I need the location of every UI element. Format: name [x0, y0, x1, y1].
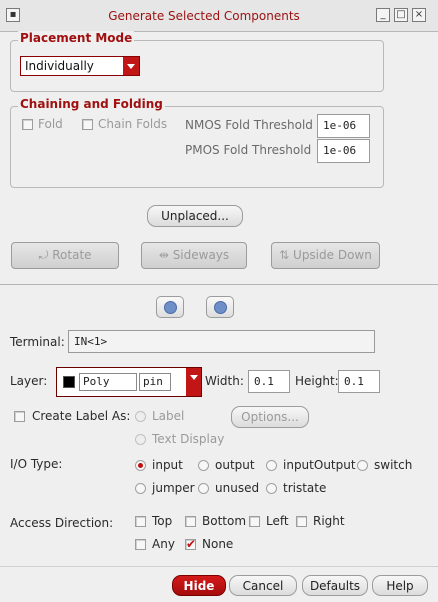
arrow-right-icon — [214, 301, 227, 314]
terminal-field: IN<1> — [68, 330, 375, 353]
rotate-label: Rotate — [52, 248, 92, 262]
unplaced-button[interactable]: Unplaced... — [147, 205, 243, 227]
placement-mode-select[interactable]: Individually — [20, 56, 140, 76]
cancel-button[interactable]: Cancel — [229, 575, 297, 596]
create-label-label: Create Label As: — [32, 409, 131, 423]
maximize-icon[interactable]: □ — [394, 8, 408, 22]
io-label-unused: unused — [215, 481, 260, 495]
footer-divider — [0, 566, 438, 567]
chain-folds-checkbox[interactable] — [82, 119, 93, 130]
upside-down-icon: ⇅ — [279, 248, 294, 262]
io-radio-unused[interactable] — [198, 483, 209, 494]
io-radio-jumper[interactable] — [135, 483, 146, 494]
height-label: Height: — [295, 374, 339, 388]
next-button[interactable] — [206, 296, 234, 318]
access-none-label: None — [202, 537, 234, 551]
nmos-fold-threshold-label: NMOS Fold Threshold — [185, 118, 313, 132]
arrow-left-icon — [164, 301, 177, 314]
window-title: Generate Selected Components — [108, 9, 300, 23]
access-top-label: Top — [152, 514, 173, 528]
access-bottom-label: Bottom — [202, 514, 247, 528]
section-divider — [0, 284, 438, 285]
placement-mode-title: Placement Mode — [18, 31, 135, 45]
nmos-fold-threshold-field[interactable]: 1e-06 — [317, 114, 370, 138]
height-field[interactable]: 0.1 — [338, 370, 380, 393]
chain-folds-label: Chain Folds — [98, 117, 168, 131]
rotate-icon: ⤾ — [38, 248, 53, 262]
options-button[interactable]: Options... — [231, 406, 309, 428]
access-left-checkbox[interactable] — [249, 516, 260, 527]
window-menu-icon[interactable]: ▪ — [6, 8, 20, 22]
minimize-icon[interactable]: _ — [376, 8, 390, 22]
access-top-checkbox[interactable] — [135, 516, 146, 527]
io-type-label: I/O Type: — [10, 457, 63, 471]
terminal-label: Terminal: — [10, 335, 65, 349]
sideways-button[interactable]: ⇹ Sideways — [141, 242, 247, 269]
access-left-label: Left — [266, 514, 289, 528]
access-direction-label: Access Direction: — [10, 516, 114, 530]
text-display-radio[interactable] — [135, 434, 146, 445]
io-label-tristate: tristate — [283, 481, 327, 495]
layer-select[interactable]: Poly pin — [56, 367, 202, 397]
access-right-checkbox[interactable] — [296, 516, 307, 527]
label-radio[interactable] — [135, 411, 146, 422]
title-bar: ▪ Generate Selected Components _ □ × — [0, 0, 438, 32]
io-label-switch: switch — [374, 458, 413, 472]
io-radio-tristate[interactable] — [266, 483, 277, 494]
width-label: Width: — [205, 374, 244, 388]
io-label-jumper: jumper — [152, 481, 195, 495]
sideways-icon: ⇹ — [158, 248, 173, 262]
io-radio-switch[interactable] — [357, 460, 368, 471]
io-radio-inputoutput[interactable] — [266, 460, 277, 471]
hide-button[interactable]: Hide — [172, 575, 226, 596]
access-any-checkbox[interactable] — [135, 539, 146, 550]
label-option-label: Label — [152, 409, 185, 423]
chevron-down-icon — [186, 368, 201, 396]
access-any-label: Any — [152, 537, 175, 551]
rotate-button[interactable]: ⤾ Rotate — [11, 242, 119, 269]
layer-label: Layer: — [10, 374, 48, 388]
chevron-down-icon — [123, 57, 139, 75]
help-button[interactable]: Help — [372, 575, 428, 596]
close-icon[interactable]: × — [412, 8, 426, 22]
layer-color-swatch — [63, 376, 75, 388]
io-label-inputoutput: inputOutput — [283, 458, 356, 472]
placement-mode-value: Individually — [25, 59, 94, 73]
fold-label: Fold — [38, 117, 63, 131]
io-radio-input[interactable] — [135, 460, 146, 471]
access-none-checkbox[interactable] — [185, 537, 196, 551]
io-label-output: output — [215, 458, 255, 472]
layer-name: Poly — [79, 373, 137, 391]
pmos-fold-threshold-label: PMOS Fold Threshold — [185, 143, 312, 157]
access-right-label: Right — [313, 514, 345, 528]
pmos-fold-threshold-field[interactable]: 1e-06 — [317, 139, 370, 163]
io-label-input: input — [152, 458, 183, 472]
previous-button[interactable] — [156, 296, 184, 318]
layer-purpose: pin — [139, 373, 171, 391]
text-display-label: Text Display — [152, 432, 225, 446]
io-radio-output[interactable] — [198, 460, 209, 471]
width-field[interactable]: 0.1 — [248, 370, 290, 393]
create-label-checkbox[interactable] — [14, 411, 25, 422]
access-bottom-checkbox[interactable] — [185, 516, 196, 527]
sideways-label: Sideways — [172, 248, 230, 262]
chaining-folding-title: Chaining and Folding — [18, 97, 165, 111]
defaults-button[interactable]: Defaults — [302, 575, 368, 596]
fold-checkbox[interactable] — [22, 119, 33, 130]
upside-down-label: Upside Down — [293, 248, 372, 262]
upside-down-button[interactable]: ⇅ Upside Down — [271, 242, 380, 269]
